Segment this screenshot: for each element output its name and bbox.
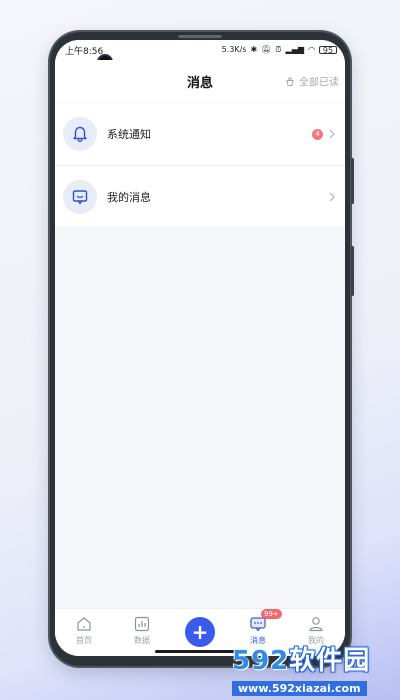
tab-home[interactable]: 首页 xyxy=(59,615,109,646)
chevron-right-icon xyxy=(329,129,335,139)
chart-icon xyxy=(134,616,150,632)
mute-icon: 🔕︎ xyxy=(261,45,272,54)
watermark-logo-number: 592 xyxy=(232,646,290,676)
status-time: 上午8:56 xyxy=(65,46,104,57)
tab-home-label: 首页 xyxy=(76,636,92,645)
battery-icon: 95 xyxy=(319,46,337,55)
app-screen: 上午8:56 5.3K/s ✱ 🔕︎ ⏰︎ ▂▄▆ ◠ 95 消息 全部已读 系… xyxy=(55,40,345,656)
system-notification-label: 系统通知 xyxy=(107,128,151,141)
power-button xyxy=(351,246,354,296)
volume-button xyxy=(351,158,354,204)
unread-badge: 4 xyxy=(312,128,323,140)
plus-icon[interactable]: + xyxy=(185,617,215,647)
mark-all-read-button[interactable]: 全部已读 xyxy=(285,74,339,89)
my-messages-label: 我的消息 xyxy=(107,190,151,204)
watermark-logo-text: 软件园 xyxy=(289,646,371,676)
user-icon xyxy=(309,617,323,632)
my-messages-item[interactable]: 我的消息 xyxy=(55,165,345,227)
wifi-icon: ◠ xyxy=(308,45,315,54)
phone-frame: 上午8:56 5.3K/s ✱ 🔕︎ ⏰︎ ▂▄▆ ◠ 95 消息 全部已读 系… xyxy=(50,32,354,666)
network-speed: 5.3K/s xyxy=(221,45,247,54)
broom-icon xyxy=(286,77,294,86)
tab-data[interactable]: 数据 xyxy=(117,615,167,646)
status-icons: 5.3K/s ✱ 🔕︎ ⏰︎ ▂▄▆ ◠ 95 xyxy=(221,45,337,55)
home-icon xyxy=(77,617,91,631)
bluetooth-icon: ✱ xyxy=(250,45,258,54)
status-bar: 上午8:56 5.3K/s ✱ 🔕︎ ⏰︎ ▂▄▆ ◠ 95 xyxy=(55,40,345,60)
watermark-logo: 592软件园 xyxy=(232,640,396,677)
alarm-icon: ⏰︎ xyxy=(275,45,282,54)
site-watermark: 592软件园 www.592xiazai.com xyxy=(232,640,396,698)
page-title: 消息 xyxy=(186,75,213,91)
mark-all-read-label: 全部已读 xyxy=(299,77,339,89)
watermark-url: www.592xiazai.com xyxy=(232,681,367,696)
signal-icon: ▂▄▆ xyxy=(285,45,305,54)
message-category-list: 系统通知 4 我的消息 xyxy=(55,103,345,227)
speaker-grille xyxy=(178,35,222,38)
tab-messages-badge: 99+ xyxy=(261,609,282,619)
chevron-right-icon xyxy=(329,192,335,201)
bell-icon xyxy=(63,117,97,151)
tab-data-label: 数据 xyxy=(134,636,150,645)
tab-add[interactable]: + xyxy=(175,615,225,647)
chat-icon xyxy=(63,179,97,214)
system-notification-item[interactable]: 系统通知 4 xyxy=(55,103,345,165)
empty-content-area xyxy=(55,228,345,608)
page-header: 消息 全部已读 xyxy=(55,60,345,102)
